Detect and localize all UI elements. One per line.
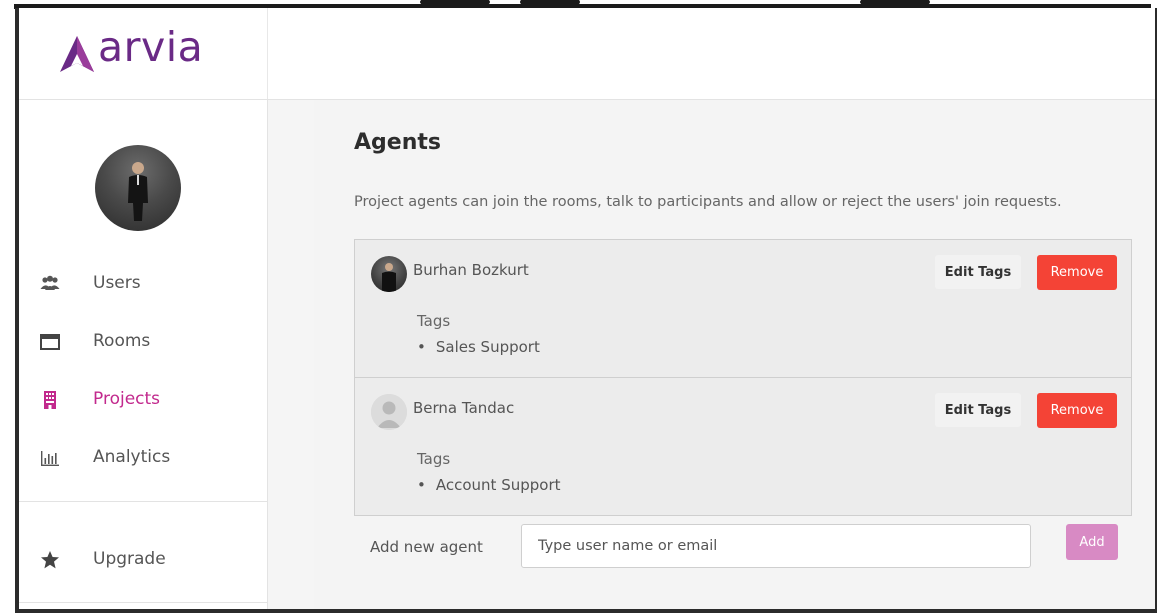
tags-label: Tags (417, 312, 451, 330)
agent-row: Burhan Bozkurt Edit Tags Remove Tags Sal… (355, 240, 1131, 377)
sidebar-item-analytics[interactable]: Analytics (19, 438, 267, 478)
add-agent-label: Add new agent (370, 538, 483, 556)
user-avatar[interactable] (95, 145, 181, 231)
agent-name: Berna Tandac (413, 399, 515, 417)
person-silhouette-icon (128, 162, 148, 221)
sidebar-item-label: Rooms (93, 331, 151, 351)
logo-area[interactable]: arvia (19, 8, 268, 99)
sidebar-divider (19, 602, 267, 603)
sidebar-item-label: Projects (93, 389, 161, 409)
person-photo-icon (382, 263, 396, 292)
edit-tags-button[interactable]: Edit Tags (935, 393, 1021, 427)
remove-agent-button[interactable]: Remove (1037, 255, 1117, 290)
sidebar-item-label: Users (93, 273, 141, 293)
add-agent-row: Add new agent Add (354, 524, 1130, 574)
user-placeholder-icon (371, 394, 407, 430)
window-icon (40, 334, 60, 350)
agent-avatar (371, 394, 407, 430)
tag-list: Sales Support (417, 338, 540, 356)
add-agent-button[interactable]: Add (1066, 524, 1118, 560)
tag-item: Account Support (417, 476, 561, 494)
building-icon (44, 391, 56, 409)
bar-chart-icon (41, 451, 59, 466)
agent-name: Burhan Bozkurt (413, 261, 529, 279)
sidebar-item-upgrade[interactable]: Upgrade (19, 540, 267, 580)
agent-row: Berna Tandac Edit Tags Remove Tags Accou… (355, 377, 1131, 515)
sidebar-item-projects[interactable]: Projects (19, 380, 267, 420)
page-title: Agents (354, 130, 441, 155)
page-description: Project agents can join the rooms, talk … (354, 194, 1062, 210)
tags-label: Tags (417, 450, 451, 468)
brand-name: arvia (98, 23, 204, 71)
top-header: arvia (19, 8, 1155, 100)
sidebar-item-label: Upgrade (93, 549, 166, 569)
main-content: Agents Project agents can join the rooms… (314, 100, 1155, 609)
agent-avatar (371, 256, 407, 292)
agent-search-input[interactable] (521, 524, 1031, 568)
sidebar-item-users[interactable]: Users (19, 264, 267, 304)
users-icon (40, 275, 60, 290)
sidebar-item-rooms[interactable]: Rooms (19, 322, 267, 362)
edit-tags-button[interactable]: Edit Tags (935, 255, 1021, 289)
star-icon (41, 551, 59, 569)
arvia-logo-icon (60, 36, 94, 72)
content-gutter (268, 100, 314, 609)
app-window: arvia Users Rooms Projects Analytics Upg… (15, 8, 1157, 613)
sidebar: Users Rooms Projects Analytics Upgrade (19, 100, 268, 609)
sidebar-item-label: Analytics (93, 447, 171, 467)
tag-item: Sales Support (417, 338, 540, 356)
agents-list: Burhan Bozkurt Edit Tags Remove Tags Sal… (354, 239, 1132, 516)
tag-list: Account Support (417, 476, 561, 494)
sidebar-divider (19, 501, 267, 502)
remove-agent-button[interactable]: Remove (1037, 393, 1117, 428)
